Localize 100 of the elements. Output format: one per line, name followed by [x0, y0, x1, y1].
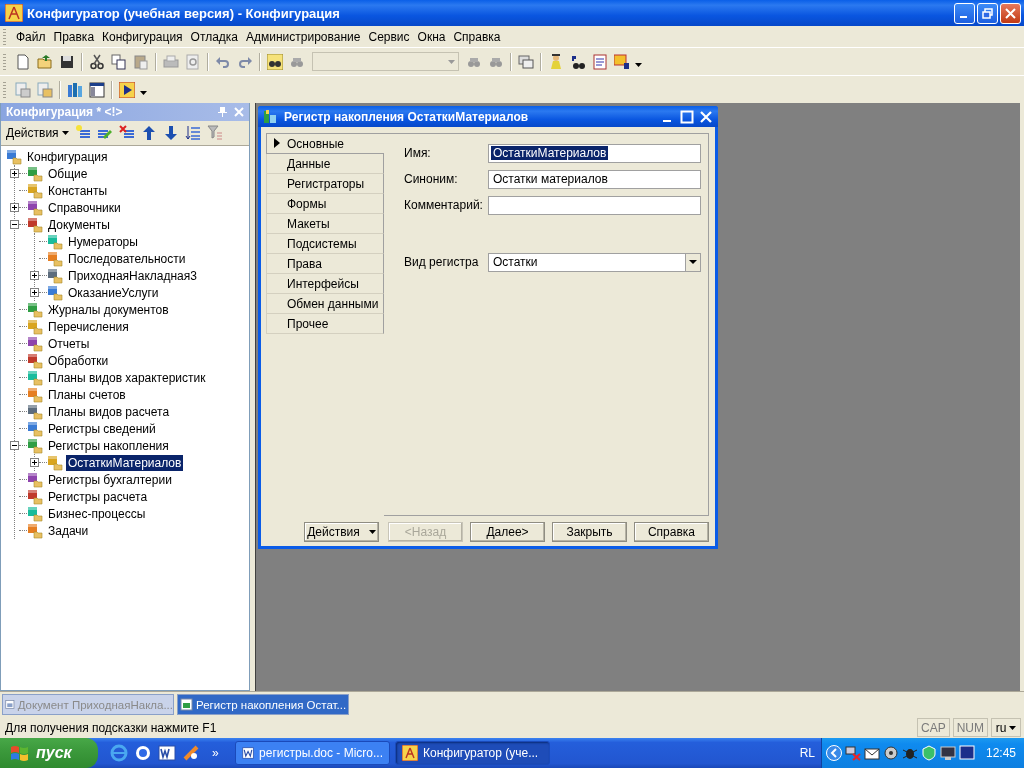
menu-item[interactable]: Конфигурация: [98, 27, 187, 46]
run-icon[interactable]: [119, 81, 135, 98]
tab[interactable]: Прочее: [266, 314, 384, 334]
tree-item[interactable]: Нумераторы: [66, 233, 140, 250]
add-item-icon[interactable]: [74, 125, 91, 141]
tree-item[interactable]: Бизнес-процессы: [46, 505, 148, 522]
tree-item[interactable]: Регистры расчета: [46, 488, 150, 505]
search-combo-field[interactable]: [312, 52, 459, 71]
tree-item[interactable]: Журналы документов: [46, 301, 171, 318]
tab[interactable]: Права: [266, 254, 384, 274]
menu-item[interactable]: Администрирование: [242, 27, 365, 46]
menu-item[interactable]: Сервис: [364, 27, 414, 46]
tree-item[interactable]: ОстаткиМатериалов: [66, 454, 184, 471]
minimize-button[interactable]: [954, 2, 975, 24]
mail-icon[interactable]: [863, 745, 880, 761]
taskbar-button[interactable]: Конфигуратор (уче...: [395, 741, 550, 765]
expand-box[interactable]: [30, 288, 39, 297]
tree-item[interactable]: Справочники: [46, 199, 123, 216]
delete-item-icon[interactable]: [118, 125, 135, 141]
chevron-icon[interactable]: [825, 745, 842, 761]
menu-item[interactable]: Файл: [12, 27, 50, 46]
caret-icon[interactable]: [140, 90, 147, 95]
tree-item[interactable]: Последовательности: [66, 250, 188, 267]
more-button[interactable]: »: [212, 746, 219, 760]
tab[interactable]: Формы: [266, 194, 384, 214]
window-icon[interactable]: [89, 81, 105, 98]
tree-item[interactable]: ПриходнаяНакладная3: [66, 267, 199, 284]
dialog-button[interactable]: Далее>: [470, 522, 545, 542]
tree-item[interactable]: Отчеты: [46, 335, 92, 352]
dialog-button[interactable]: Справка: [634, 522, 709, 542]
tree-item[interactable]: Регистры бухгалтерии: [46, 471, 174, 488]
object-icon: [47, 284, 63, 301]
tree-item[interactable]: Общие: [46, 165, 90, 182]
maximize-button[interactable]: [680, 109, 694, 124]
network-icon[interactable]: [844, 745, 861, 761]
dropdown-field[interactable]: Остатки: [488, 252, 701, 272]
figure-icon[interactable]: [548, 53, 564, 70]
tree-item[interactable]: Перечисления: [46, 318, 131, 335]
tab[interactable]: Обмен данными: [266, 294, 384, 314]
tree-item[interactable]: Конфигурация: [25, 148, 110, 165]
scissors-icon[interactable]: [89, 53, 105, 70]
restore-button[interactable]: [977, 2, 998, 24]
display-icon[interactable]: [958, 745, 975, 761]
tab[interactable]: Регистраторы: [266, 174, 384, 194]
tree-item[interactable]: Планы видов расчета: [46, 403, 172, 420]
status-indicator[interactable]: ru: [991, 718, 1021, 737]
tab[interactable]: Основные: [266, 133, 384, 154]
close-button[interactable]: [1000, 2, 1021, 24]
text-field[interactable]: Остатки материалов: [488, 169, 701, 189]
tree-item[interactable]: Обработки: [46, 352, 111, 369]
books-icon[interactable]: [67, 81, 83, 98]
tab[interactable]: Подсистемы: [266, 234, 384, 254]
monitor-icon[interactable]: [939, 745, 956, 761]
collapse-box[interactable]: [10, 220, 19, 229]
actions-button[interactable]: Действия: [304, 522, 379, 542]
new-document-icon[interactable]: [15, 53, 31, 70]
language-indicator[interactable]: RL: [799, 746, 815, 760]
tree-item[interactable]: Планы счетов: [46, 386, 128, 403]
text-field[interactable]: ОстаткиМатериалов: [488, 143, 701, 163]
object-icon: [27, 369, 43, 386]
word-icon[interactable]: [158, 744, 176, 762]
tree-item[interactable]: Регистры сведений: [46, 420, 158, 437]
expand-box[interactable]: [10, 203, 19, 212]
tab[interactable]: Интерфейсы: [266, 274, 384, 294]
actions-menu[interactable]: Действия: [5, 124, 70, 142]
tree-item[interactable]: Документы: [46, 216, 112, 233]
windows-icon[interactable]: [518, 53, 534, 70]
expand-box[interactable]: [30, 271, 39, 280]
menu-item[interactable]: Отладка: [186, 27, 243, 46]
caret-icon[interactable]: [635, 62, 642, 67]
floppy-icon[interactable]: [59, 53, 75, 70]
expand-box[interactable]: [30, 458, 39, 467]
dialog-button[interactable]: Закрыть: [552, 522, 627, 542]
expand-box[interactable]: [10, 169, 19, 178]
copy-icon[interactable]: [111, 53, 127, 70]
window-tab[interactable]: Регистр накопления Остат...: [177, 694, 349, 715]
binoculars-icon[interactable]: [267, 53, 283, 70]
flag-icon: [10, 744, 30, 762]
media-icon[interactable]: [182, 744, 200, 762]
tab[interactable]: Макеты: [266, 214, 384, 234]
open-folder-icon[interactable]: [37, 53, 53, 70]
speaker-icon[interactable]: [882, 745, 899, 761]
tree-item[interactable]: Планы видов характеристик: [46, 369, 208, 386]
tab[interactable]: Данные: [266, 154, 384, 174]
document-icon[interactable]: [592, 53, 608, 70]
tree-item[interactable]: Задачи: [46, 522, 91, 539]
tree-item[interactable]: Регистры накопления: [46, 437, 171, 454]
close-button[interactable]: [699, 109, 713, 124]
menu-item[interactable]: Справка: [449, 27, 505, 46]
menu-item[interactable]: Окна: [413, 27, 450, 46]
sort-icon[interactable]: [184, 125, 201, 141]
tree-item[interactable]: ОказаниеУслуги: [66, 284, 161, 301]
tree-item[interactable]: Константы: [46, 182, 110, 199]
text-field[interactable]: [488, 195, 701, 215]
taskbar-button[interactable]: регистры.doc - Micro...: [235, 741, 390, 765]
menu-item[interactable]: Правка: [49, 27, 99, 46]
collapse-box[interactable]: [10, 441, 19, 450]
form-icon: [5, 698, 15, 711]
start-button[interactable]: пуск: [0, 738, 98, 768]
globe-icon[interactable]: [134, 744, 152, 762]
